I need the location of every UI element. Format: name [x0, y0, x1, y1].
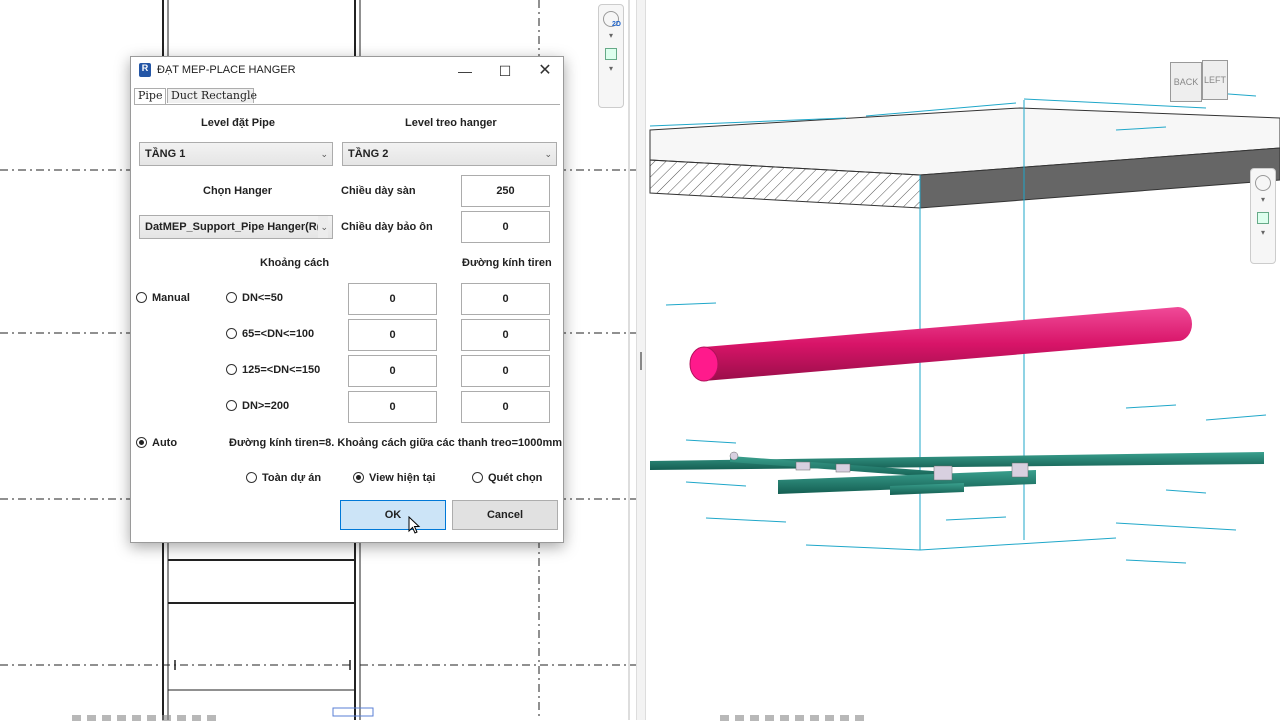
- hanger-label: Chọn Hanger: [203, 185, 273, 197]
- rod-diameter-header: Đường kính tiren: [462, 257, 552, 269]
- view-control-bar-3d: [646, 712, 1280, 721]
- navigation-bar-3d: ▾ ▾: [1250, 168, 1276, 264]
- dn200-spacing-input[interactable]: 0: [348, 391, 437, 423]
- chevron-down-icon: ⌄: [320, 149, 328, 159]
- dn125-150-radio[interactable]: [226, 364, 237, 375]
- dn65-100-rod-input[interactable]: 0: [461, 319, 550, 351]
- viewcube-face-back[interactable]: BACK: [1170, 62, 1202, 102]
- hanger-value: DatMEP_Support_Pipe Hanger(R(: [145, 221, 321, 233]
- zoom-icon[interactable]: [1257, 212, 1269, 224]
- view-2d-label: 2D: [612, 21, 621, 28]
- slab-thickness-input[interactable]: 250: [461, 175, 550, 207]
- level-pipe-value: TẦNG 1: [145, 148, 186, 160]
- dn200-rod-input[interactable]: 0: [461, 391, 550, 423]
- scope-current-view-label: View hiện tại: [369, 472, 436, 484]
- dn200-radio[interactable]: [226, 400, 237, 411]
- chevron-down-icon: ⌄: [544, 149, 552, 159]
- chevron-down-icon[interactable]: ▾: [1251, 195, 1275, 204]
- auto-radio[interactable]: [136, 437, 147, 448]
- level-hanger-select[interactable]: TẦNG 2 ⌄: [342, 142, 557, 166]
- scope-selection-label: Quét chọn: [488, 472, 543, 484]
- dn125-150-spacing-input[interactable]: 0: [348, 355, 437, 387]
- tab-duct-rectangle[interactable]: Duct Rectangle: [167, 88, 257, 103]
- level-hanger-value: TẦNG 2: [348, 148, 389, 160]
- dn50-rod-input[interactable]: 0: [461, 283, 550, 315]
- maximize-button[interactable]: ☐: [487, 59, 523, 83]
- viewcube[interactable]: BACK LEFT: [1170, 60, 1230, 108]
- level-hanger-label: Level treo hanger: [405, 117, 497, 129]
- place-hanger-dialog: R ĐẠT MEP-PLACE HANGER — ☐ ✕ Pipe Duct R…: [130, 56, 564, 543]
- dn125-150-rod-input[interactable]: 0: [461, 355, 550, 387]
- revit-app-icon: R: [139, 63, 151, 77]
- view-control-bar: [0, 712, 636, 721]
- manual-radio[interactable]: [136, 292, 147, 303]
- 3d-view[interactable]: ▾ ▾: [646, 0, 1280, 721]
- hanger-select[interactable]: DatMEP_Support_Pipe Hanger(R(⌄: [139, 215, 333, 239]
- scope-project-radio[interactable]: [246, 472, 257, 483]
- dn65-100-radio[interactable]: [226, 328, 237, 339]
- spacing-header: Khoảng cách: [260, 257, 330, 269]
- dialog-titlebar[interactable]: R ĐẠT MEP-PLACE HANGER — ☐ ✕: [131, 57, 563, 85]
- scope-project-label: Toàn dự án: [262, 472, 322, 484]
- chevron-down-icon[interactable]: ▾: [1251, 228, 1275, 237]
- tab-pipe[interactable]: Pipe: [134, 88, 166, 105]
- dn65-100-label: 65=<DN<=100: [242, 328, 315, 340]
- slab-thickness-label: Chiều dày sàn: [341, 185, 416, 197]
- view-splitter[interactable]: [636, 0, 646, 720]
- pipe-tab-panel: Level đặt Pipe Level treo hanger TẦNG 1 ⌄…: [134, 104, 563, 538]
- dn200-label: DN>=200: [242, 400, 290, 412]
- auto-label: Auto: [152, 437, 178, 449]
- mouse-cursor-icon: [408, 516, 421, 534]
- chevron-down-icon: ⌄: [318, 216, 328, 238]
- auto-note: Đường kính tiren=8. Khoảng cách giữa các…: [229, 437, 563, 449]
- dn50-label: DN<=50: [242, 292, 283, 304]
- dn50-spacing-input[interactable]: 0: [348, 283, 437, 315]
- scope-selection-radio[interactable]: [472, 472, 483, 483]
- full-navigation-wheel-icon[interactable]: [1255, 175, 1271, 191]
- level-pipe-label: Level đặt Pipe: [201, 117, 275, 129]
- manual-label: Manual: [152, 292, 190, 304]
- dn125-150-label: 125=<DN<=150: [242, 364, 321, 376]
- chevron-down-icon[interactable]: ▾: [599, 64, 623, 73]
- ok-button[interactable]: OK: [340, 500, 446, 530]
- dn65-100-spacing-input[interactable]: 0: [348, 319, 437, 351]
- close-button[interactable]: ✕: [527, 59, 563, 83]
- chevron-down-icon[interactable]: ▾: [599, 31, 623, 40]
- zoom-icon[interactable]: [605, 48, 617, 60]
- dialog-title: ĐẠT MEP-PLACE HANGER: [157, 64, 296, 76]
- insulation-thickness-input[interactable]: 0: [461, 211, 550, 243]
- scope-current-view-radio[interactable]: [353, 472, 364, 483]
- 3d-model: [649, 91, 1280, 564]
- minimize-button[interactable]: —: [447, 59, 483, 83]
- insulation-thickness-label: Chiều dày bảo ôn: [341, 221, 433, 233]
- viewcube-face-left[interactable]: LEFT: [1202, 60, 1228, 100]
- cancel-button[interactable]: Cancel: [452, 500, 558, 530]
- dn50-radio[interactable]: [226, 292, 237, 303]
- level-pipe-select[interactable]: TẦNG 1 ⌄: [139, 142, 333, 166]
- navigation-bar: 2D ▾ ▾: [598, 4, 624, 108]
